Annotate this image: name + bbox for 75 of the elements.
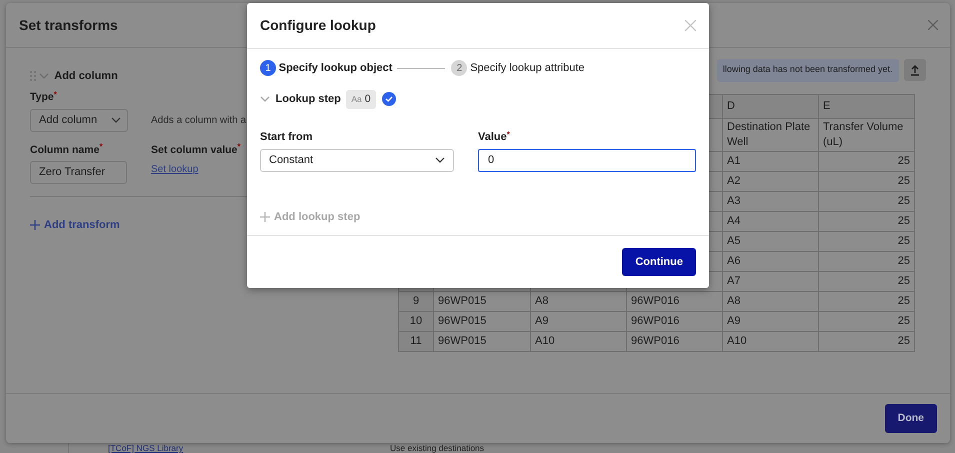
close-button[interactable] <box>928 20 938 30</box>
upload-button[interactable] <box>904 59 926 82</box>
step-label[interactable]: Specify lookup object <box>278 60 392 76</box>
table-cell: 25 <box>818 231 914 251</box>
step-label[interactable]: Specify lookup attribute <box>470 60 585 76</box>
table-cell: 25 <box>818 151 914 171</box>
row-number: 10 <box>398 311 434 331</box>
type-select[interactable]: Add column <box>30 108 128 132</box>
dialog-title: Configure lookup <box>260 16 376 35</box>
column-header: Destination Plate Well <box>722 118 818 151</box>
row-number: 9 <box>398 291 434 311</box>
table-cell: A8 <box>722 291 818 311</box>
table-cell: 96WP016 <box>626 311 722 331</box>
transform-title: Add column <box>54 69 118 84</box>
table-cell: A9 <box>530 311 626 331</box>
start-from-select[interactable]: Constant <box>260 148 454 172</box>
drag-handle-icon[interactable] <box>30 71 36 82</box>
set-lookup-link[interactable]: Set lookup <box>151 164 198 175</box>
column-header: Transfer Volume (uL) <box>818 118 914 151</box>
column-value-label: Set column value$^{*}$ <box>151 142 240 158</box>
type-badge: Aa 0 <box>346 90 376 110</box>
start-from-label: Start from <box>260 130 314 146</box>
close-icon <box>685 20 696 31</box>
column-letter: D <box>722 94 818 118</box>
table-cell: 25 <box>818 311 914 331</box>
table-cell: A10 <box>530 331 626 351</box>
column-name-field[interactable]: Zero Transfer <box>30 161 127 184</box>
step-number[interactable]: 2 <box>451 60 468 76</box>
table-cell: 25 <box>818 191 914 211</box>
table-cell: 96WP016 <box>626 331 722 351</box>
chevron-icon[interactable] <box>260 95 270 104</box>
table-cell: 25 <box>818 171 914 191</box>
close-button[interactable] <box>685 20 696 31</box>
destinations-text: Use existing destinations <box>390 444 484 453</box>
table-cell: A8 <box>530 291 626 311</box>
table-cell: A3 <box>722 191 818 211</box>
plus-icon <box>30 220 40 230</box>
chevron-icon[interactable] <box>38 72 49 80</box>
type-label: Type$^{*}$ <box>30 90 57 105</box>
table-cell: 25 <box>818 211 914 231</box>
table-cell: A6 <box>722 251 818 271</box>
value-field[interactable]: 0 <box>478 148 696 172</box>
column-letter: E <box>818 94 914 118</box>
done-button[interactable]: Done <box>884 404 937 433</box>
table-cell: 96WP015 <box>434 291 530 311</box>
column-name-label: Column name$^{*}$ <box>30 142 103 158</box>
table-cell: 25 <box>818 271 914 291</box>
notice-banner: llowing data has not been transformed yet. <box>716 59 898 82</box>
table-cell: 96WP015 <box>434 331 530 351</box>
table-cell: A9 <box>722 311 818 331</box>
plus-icon <box>260 212 270 222</box>
step-number[interactable]: 1 <box>260 60 276 76</box>
continue-button[interactable]: Continue <box>622 248 696 276</box>
table-cell: 96WP015 <box>434 311 530 331</box>
table-cell: A1 <box>722 151 818 171</box>
upload-icon <box>910 64 920 76</box>
type-description: Adds a column with a <box>151 114 246 128</box>
table-cell: 25 <box>818 331 914 351</box>
table-cell: A5 <box>722 231 818 251</box>
table-cell: A2 <box>722 171 818 191</box>
close-icon <box>928 20 938 30</box>
table-cell: 25 <box>818 251 914 271</box>
table-cell: 96WP016 <box>626 291 722 311</box>
table-cell: 25 <box>818 291 914 311</box>
dialog-title: Set transforms <box>19 16 118 34</box>
caret-icon <box>435 157 445 163</box>
table-cell: A4 <box>722 211 818 231</box>
lookup-step-title: Lookup step <box>276 92 341 108</box>
add-transform-button[interactable]: Add transform <box>30 217 120 234</box>
row-number: 11 <box>398 331 434 351</box>
caret-icon <box>111 117 121 123</box>
value-label: Value$^{*}$ <box>478 129 511 146</box>
table-cell: A10 <box>722 331 818 351</box>
library-link[interactable]: [TCoF] NGS Library <box>108 444 184 453</box>
table-cell: A7 <box>722 271 818 291</box>
